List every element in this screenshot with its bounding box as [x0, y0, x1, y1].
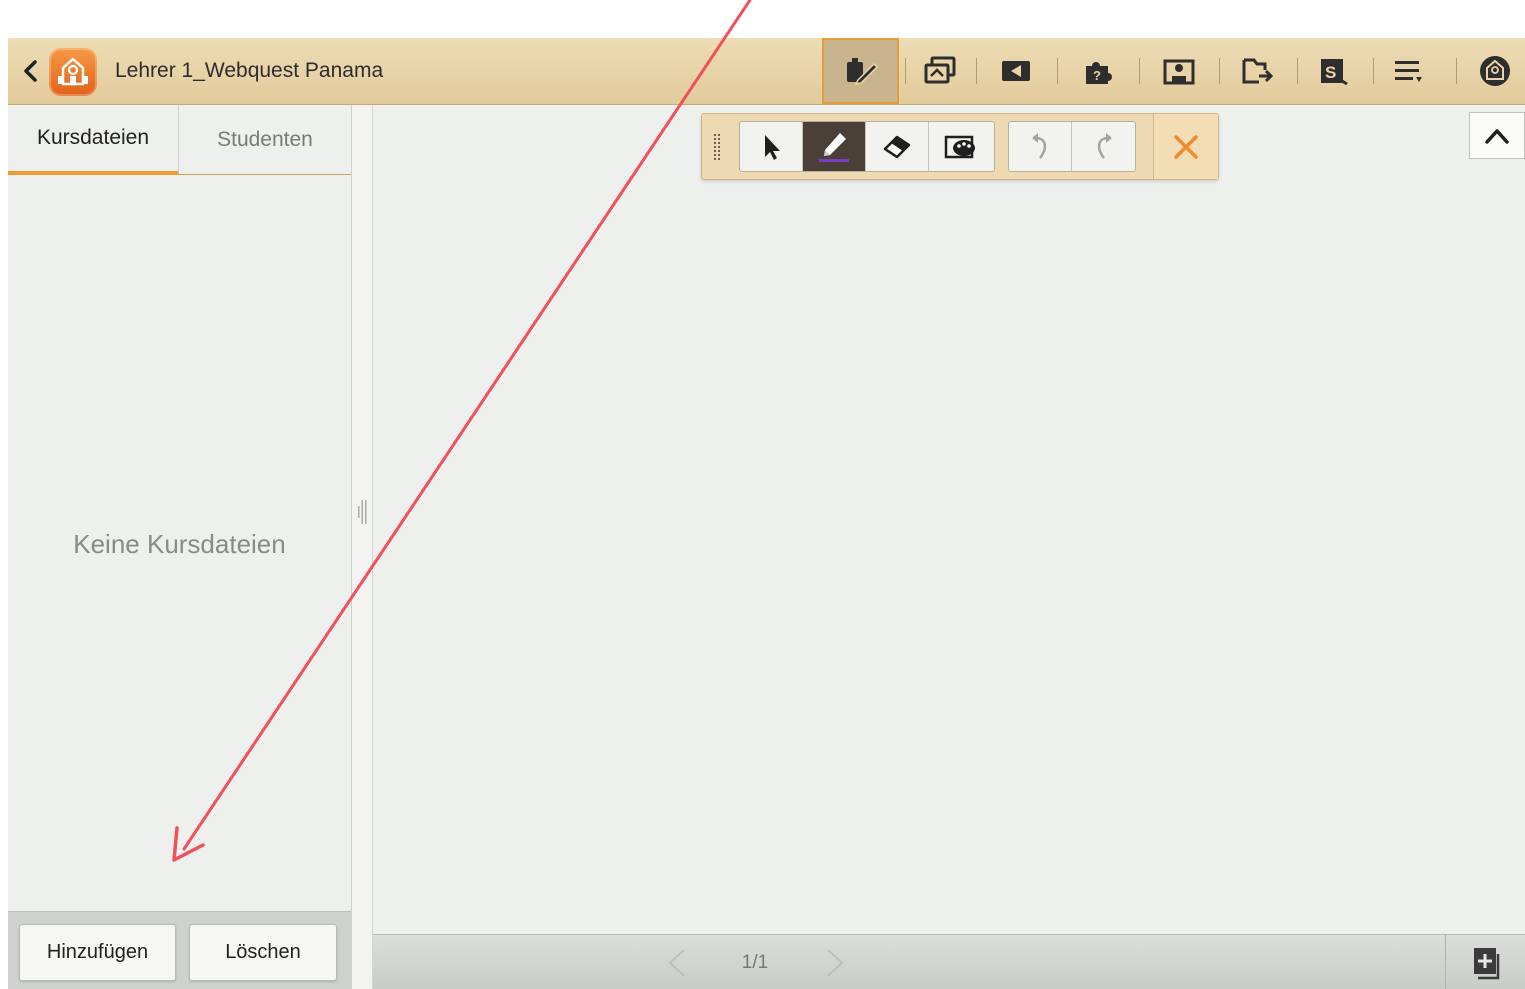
drag-handle-icon[interactable] [714, 134, 722, 160]
tab-studenten[interactable]: Studenten [179, 105, 351, 175]
broadcast-icon [1002, 61, 1030, 81]
school-logo-icon[interactable] [49, 48, 97, 96]
pen-icon [819, 132, 849, 162]
menu-icon [1395, 61, 1422, 82]
next-page-icon[interactable] [823, 947, 847, 979]
panel-tabs: Kursdateien Studenten [8, 105, 351, 175]
draw-mode-button[interactable] [822, 38, 899, 104]
palette-icon [944, 135, 975, 158]
menu-button[interactable] [1378, 38, 1438, 104]
close-icon [1174, 134, 1198, 159]
quiz-button[interactable]: ? [1068, 38, 1128, 104]
file-transfer-icon [1242, 58, 1274, 84]
empty-state-message: Keine Kursdateien [73, 529, 286, 559]
panel-button-bar: Hinzufügen Löschen [8, 911, 351, 989]
presentation-button[interactable] [1149, 38, 1209, 104]
draw-mode-icon [846, 58, 878, 86]
svg-text:S: S [1325, 63, 1336, 82]
student-screen-icon: S [1321, 59, 1348, 86]
course-title: Lehrer 1_Webquest Panama [115, 59, 384, 82]
classroom-app: Lehrer 1_Webquest Panama ? S Kursdateien… [8, 38, 1525, 989]
broadcast-button[interactable] [986, 38, 1046, 104]
whiteboard-canvas[interactable] [373, 105, 1525, 934]
screen-share-button[interactable] [910, 38, 970, 104]
previous-page-icon[interactable] [665, 947, 689, 979]
student-screen-button[interactable]: S [1304, 38, 1364, 104]
select-tool-button[interactable] [740, 122, 803, 171]
drawing-toolbar [701, 113, 1219, 180]
quiz-icon: ? [1086, 62, 1112, 84]
screen-share-icon [924, 56, 956, 84]
palette-tool-button[interactable] [929, 122, 992, 171]
page-navigation-bar: 1/1 [373, 934, 1525, 989]
eraser-icon [883, 135, 911, 158]
pen-tool-button[interactable] [803, 122, 866, 171]
select-arrow-icon [765, 134, 780, 160]
back-icon[interactable] [20, 58, 42, 84]
chevron-up-icon [1485, 128, 1509, 144]
undo-button[interactable] [1009, 122, 1072, 171]
eraser-tool-button[interactable] [866, 122, 929, 171]
close-toolbar-button[interactable] [1153, 114, 1218, 179]
redo-icon [1097, 132, 1112, 159]
undo-icon [1032, 132, 1047, 159]
panel-splitter[interactable] [352, 105, 373, 989]
delete-file-button[interactable]: Löschen [189, 924, 337, 981]
page-indicator: 1/1 [741, 952, 769, 973]
tab-kursdateien[interactable]: Kursdateien [8, 105, 179, 175]
school-icon [1480, 56, 1510, 86]
redo-button[interactable] [1072, 122, 1135, 171]
add-page-button[interactable] [1445, 935, 1525, 989]
add-page-icon [1474, 947, 1500, 979]
svg-text:?: ? [1093, 68, 1101, 83]
collapse-button[interactable] [1469, 112, 1525, 159]
school-button[interactable] [1465, 38, 1525, 104]
drawing-tools-group [739, 121, 995, 172]
title-bar: Lehrer 1_Webquest Panama ? S [8, 38, 1525, 105]
splitter-grip-icon [358, 500, 367, 524]
presentation-icon [1163, 59, 1195, 85]
file-transfer-button[interactable] [1228, 38, 1288, 104]
course-files-panel: Kursdateien Studenten Keine Kursdateien … [8, 105, 352, 989]
history-group [1008, 121, 1136, 172]
add-file-button[interactable]: Hinzufügen [19, 924, 176, 981]
